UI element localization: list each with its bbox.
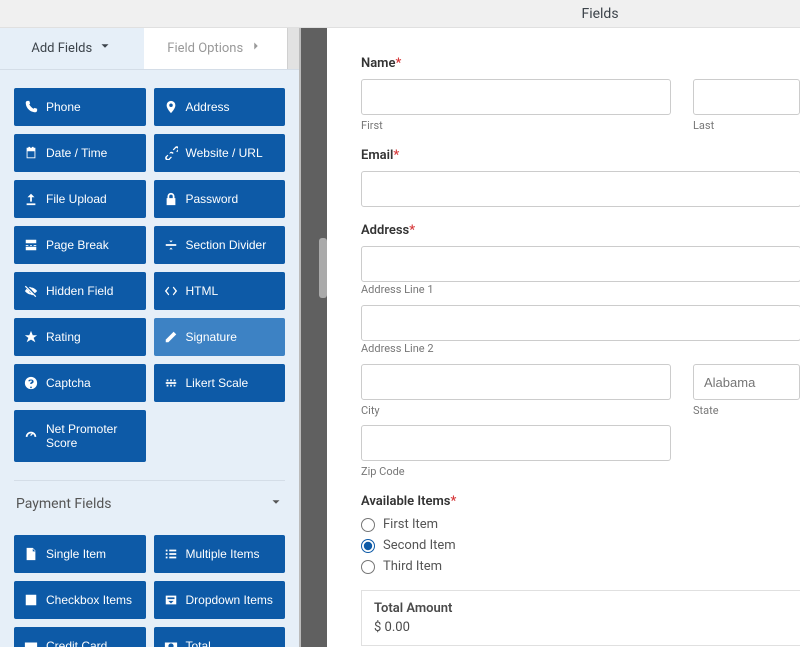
lock-icon [164, 192, 178, 206]
money-icon [164, 639, 178, 647]
total-label: Total Amount [374, 601, 788, 616]
check-icon [24, 593, 38, 607]
field-html[interactable]: HTML [154, 272, 286, 310]
field-file-upload[interactable]: File Upload [14, 180, 146, 218]
address-label: Address* [361, 223, 800, 238]
eye-off-icon [24, 284, 38, 298]
gauge-icon [24, 429, 38, 443]
field-dropdown-items[interactable]: Dropdown Items [154, 581, 286, 619]
radio-item-2[interactable]: Third Item [361, 559, 800, 574]
tab-field-options[interactable]: Field Options [144, 28, 288, 69]
sidebar: Add Fields Field Options PhoneAddressDat… [0, 28, 299, 647]
payment-fields-grid: Single ItemMultiple ItemsCheckbox ItemsD… [14, 535, 285, 647]
header-bar: Fields [0, 0, 800, 28]
pin-icon [164, 100, 178, 114]
header-title: Fields [581, 6, 618, 22]
radio-input[interactable] [361, 518, 375, 532]
state-input[interactable] [693, 364, 800, 400]
field-signature[interactable]: Signature [154, 318, 286, 356]
chevron-right-icon [249, 39, 263, 57]
calendar-icon [24, 146, 38, 160]
zip-sublabel: Zip Code [361, 465, 671, 478]
total-value: $ 0.00 [374, 620, 788, 635]
email-input[interactable] [361, 171, 800, 207]
payment-section-header[interactable]: Payment Fields [14, 480, 285, 525]
last-sublabel: Last [693, 119, 800, 132]
scrollbar-thumb[interactable] [319, 238, 327, 298]
zip-input[interactable] [361, 425, 671, 461]
sidebar-body: PhoneAddressDate / TimeWebsite / URLFile… [0, 70, 299, 647]
address-field: Address* Address Line 1 Address Line 2 C… [361, 223, 800, 478]
radio-input[interactable] [361, 560, 375, 574]
name-field: Name* First Last [361, 56, 800, 132]
pencil-icon [164, 330, 178, 344]
help-icon [24, 376, 38, 390]
city-sublabel: City [361, 404, 671, 417]
field-total[interactable]: Total [154, 627, 286, 647]
form-preview: Name* First Last Email* Address* Address… [327, 28, 800, 647]
available-items-field: Available Items* First Item Second Item Th… [361, 494, 800, 574]
total-amount-box: Total Amount $ 0.00 [361, 590, 800, 646]
star-icon [24, 330, 38, 344]
dropdown-icon [164, 593, 178, 607]
code-icon [164, 284, 178, 298]
email-field: Email* [361, 148, 800, 207]
chevron-down-icon [269, 495, 283, 513]
field-net-promoter-score[interactable]: Net Promoter Score [14, 410, 146, 462]
name-label: Name* [361, 56, 800, 71]
list-icon [164, 547, 178, 561]
upload-icon [24, 192, 38, 206]
last-name-input[interactable] [693, 79, 800, 115]
field-page-break[interactable]: Page Break [14, 226, 146, 264]
sidebar-scroll-gutter [287, 28, 299, 69]
divider-icon [164, 238, 178, 252]
phone-icon [24, 100, 38, 114]
field-date-time[interactable]: Date / Time [14, 134, 146, 172]
pagebreak-icon [24, 238, 38, 252]
nps-row: Net Promoter Score [14, 410, 285, 462]
field-rating[interactable]: Rating [14, 318, 146, 356]
field-hidden-field[interactable]: Hidden Field [14, 272, 146, 310]
likert-icon [164, 376, 178, 390]
card-icon [24, 639, 38, 647]
addr1-sublabel: Address Line 1 [361, 283, 434, 296]
addr2-sublabel: Address Line 2 [361, 342, 434, 355]
field-credit-card[interactable]: Credit Card [14, 627, 146, 647]
field-multiple-items[interactable]: Multiple Items [154, 535, 286, 573]
divider [299, 28, 327, 647]
link-icon [164, 146, 178, 160]
page-icon [24, 547, 38, 561]
field-address[interactable]: Address [154, 88, 286, 126]
address-line1-input[interactable] [361, 246, 800, 282]
field-password[interactable]: Password [154, 180, 286, 218]
address-line2-input[interactable] [361, 305, 800, 341]
city-input[interactable] [361, 364, 671, 400]
field-single-item[interactable]: Single Item [14, 535, 146, 573]
sidebar-tabs: Add Fields Field Options [0, 28, 299, 70]
first-sublabel: First [361, 119, 671, 132]
fancy-fields-grid: PhoneAddressDate / TimeWebsite / URLFile… [14, 88, 285, 402]
field-checkbox-items[interactable]: Checkbox Items [14, 581, 146, 619]
items-label: Available Items* [361, 494, 800, 509]
radio-item-1[interactable]: Second Item [361, 538, 800, 553]
radio-input[interactable] [361, 539, 375, 553]
radio-item-0[interactable]: First Item [361, 517, 800, 532]
field-captcha[interactable]: Captcha [14, 364, 146, 402]
chevron-down-icon [98, 39, 112, 57]
field-section-divider[interactable]: Section Divider [154, 226, 286, 264]
field-likert-scale[interactable]: Likert Scale [154, 364, 286, 402]
first-name-input[interactable] [361, 79, 671, 115]
tab-add-fields[interactable]: Add Fields [0, 28, 144, 69]
items-radiogroup: First Item Second Item Third Item [361, 517, 800, 574]
field-website-url[interactable]: Website / URL [154, 134, 286, 172]
state-sublabel: State [693, 404, 800, 417]
field-phone[interactable]: Phone [14, 88, 146, 126]
email-label: Email* [361, 148, 800, 163]
